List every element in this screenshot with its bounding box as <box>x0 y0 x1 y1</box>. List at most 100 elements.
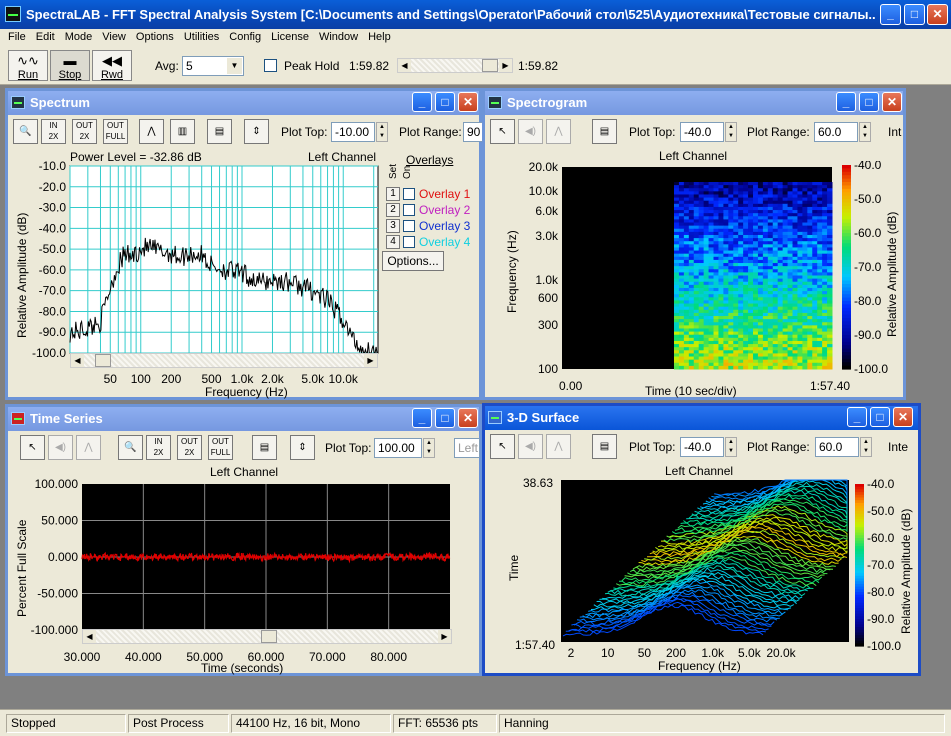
spectrogram-title-bar[interactable]: Spectrogram _ □ ✕ <box>485 91 903 115</box>
position-scrollbar[interactable]: ◀ ▶ <box>397 58 513 73</box>
plot-range-input[interactable]: 60.0 <box>814 122 858 142</box>
overlay-checkbox[interactable] <box>403 204 415 216</box>
plot-top-spinner[interactable]: ▲ ▼ <box>376 122 388 142</box>
plot-top-spinner[interactable]: ▲ ▼ <box>423 438 435 458</box>
close-icon[interactable]: ✕ <box>927 4 948 25</box>
zoom-in-2x-icon[interactable]: IN 2X <box>146 435 171 460</box>
zoom-icon[interactable]: 🔍 <box>118 435 143 460</box>
menu-options[interactable]: Options <box>132 29 180 47</box>
minimize-icon[interactable]: _ <box>412 408 432 428</box>
overlay-checkbox[interactable] <box>403 220 415 232</box>
minimize-icon[interactable]: _ <box>836 92 856 112</box>
avg-select[interactable]: 5 ▼ <box>182 56 244 76</box>
plot-top-spinner[interactable]: ▲ ▼ <box>725 122 737 142</box>
scroll-left-icon[interactable]: ◀ <box>83 630 96 643</box>
spectrogram-cell <box>708 241 714 245</box>
plot-top-spinner[interactable]: ▲ ▼ <box>725 437 737 457</box>
scroll-left-icon[interactable]: ◀ <box>398 59 411 72</box>
plot-top-input[interactable]: 100.00 <box>374 438 422 458</box>
spectrogram-plot[interactable]: 20.0k10.0k6.0k3.0k1.0k600300100-40.0-50.… <box>485 161 903 397</box>
zoom-out-2x-icon[interactable]: OUT 2X <box>72 119 97 144</box>
spectrum-scrollbar[interactable]: ◀ ▶ <box>70 353 378 368</box>
stop-button[interactable]: ▬ Stop <box>50 50 90 81</box>
menu-config[interactable]: Config <box>225 29 267 47</box>
spectrum-title-bar[interactable]: Spectrum _ □ ✕ <box>8 91 479 115</box>
channel-select[interactable]: Left <box>454 438 480 458</box>
minimize-icon[interactable]: _ <box>847 407 867 427</box>
scroll-right-icon[interactable]: ▶ <box>499 59 512 72</box>
menu-license[interactable]: License <box>267 29 315 47</box>
maximize-icon[interactable]: □ <box>435 92 455 112</box>
peak-hold-checkbox[interactable] <box>264 59 277 72</box>
menu-window[interactable]: Window <box>315 29 364 47</box>
options-button[interactable]: Options... <box>382 251 444 271</box>
menu-file[interactable]: File <box>4 29 32 47</box>
plot-range-input[interactable]: 60.0 <box>815 437 859 457</box>
zoom-out-2x-icon[interactable]: OUT 2X <box>177 435 202 460</box>
spectrogram-cell <box>698 185 705 189</box>
menu-mode[interactable]: Mode <box>61 29 99 47</box>
scroll-right-icon[interactable]: ▶ <box>364 354 377 367</box>
menu-edit[interactable]: Edit <box>32 29 61 47</box>
zoom-full-icon[interactable]: OUT FULL <box>208 435 233 460</box>
plot-top-input[interactable]: -40.0 <box>680 122 724 142</box>
overlay-set-button[interactable]: 3 <box>386 219 400 233</box>
run-button[interactable]: ∿∿ Run <box>8 50 48 81</box>
time-series-title-bar[interactable]: Time Series _ □ ✕ <box>8 407 479 431</box>
properties-icon[interactable]: ▤ <box>207 119 232 144</box>
scroll-right-icon[interactable]: ▶ <box>438 630 451 643</box>
properties-icon[interactable]: ▤ <box>592 434 617 459</box>
minimize-icon[interactable]: _ <box>880 4 901 25</box>
spectrogram-cell <box>708 247 714 252</box>
spectrogram-cell <box>782 219 789 224</box>
plot-top-input[interactable]: -40.0 <box>680 437 724 457</box>
spectrogram-cell <box>812 256 818 261</box>
scale-icon[interactable]: ⇕ <box>290 435 315 460</box>
spectrogram-cell <box>733 266 739 270</box>
properties-icon[interactable]: ▤ <box>252 435 277 460</box>
app-title-bar[interactable]: SpectraLAB - FFT Spectral Analysis Syste… <box>0 0 951 29</box>
close-icon[interactable]: ✕ <box>458 92 478 112</box>
plot-range-input[interactable]: 90 <box>463 122 483 142</box>
plot-range-spinner[interactable]: ▲ ▼ <box>859 122 871 142</box>
close-icon[interactable]: ✕ <box>882 92 902 112</box>
maximize-icon[interactable]: □ <box>904 4 925 25</box>
cursor-icon[interactable]: ↖ <box>490 119 515 144</box>
maximize-icon[interactable]: □ <box>859 92 879 112</box>
zoom-in-2x-icon[interactable]: IN 2X <box>41 119 66 144</box>
scroll-thumb[interactable] <box>261 630 277 643</box>
time-series-scrollbar[interactable]: ◀ ▶ <box>82 629 452 644</box>
properties-icon[interactable]: ▤ <box>592 119 617 144</box>
menu-utilities[interactable]: Utilities <box>180 29 225 47</box>
overlay-checkbox[interactable] <box>403 188 415 200</box>
chevron-down-icon[interactable]: ▼ <box>227 58 242 74</box>
zoom-full-icon[interactable]: OUT FULL <box>103 119 128 144</box>
bar-mode-icon[interactable]: ▥ <box>170 119 195 144</box>
scroll-thumb[interactable] <box>95 354 111 367</box>
close-icon[interactable]: ✕ <box>458 408 478 428</box>
cursor-icon[interactable]: ↖ <box>490 434 515 459</box>
rewind-button[interactable]: ◀◀ Rwd <box>92 50 132 81</box>
surface-title-bar[interactable]: 3-D Surface _ □ ✕ <box>485 406 918 430</box>
plot-top-input[interactable]: -10.00 <box>331 122 375 142</box>
maximize-icon[interactable]: □ <box>870 407 890 427</box>
overlay-set-button[interactable]: 1 <box>386 187 400 201</box>
surface-plot[interactable]: 2 10 50 200 1.0k 5.0k 20.0k-40.0-50.0-60.0-70.… <box>485 476 918 666</box>
overlay-set-button[interactable]: 2 <box>386 203 400 217</box>
minimize-icon[interactable]: _ <box>412 92 432 112</box>
overlay-set-button[interactable]: 4 <box>386 235 400 249</box>
scroll-left-icon[interactable]: ◀ <box>71 354 84 367</box>
menu-help[interactable]: Help <box>364 29 397 47</box>
spectrogram-cell <box>688 272 695 276</box>
close-icon[interactable]: ✕ <box>893 407 913 427</box>
spectrogram-cell <box>708 306 714 311</box>
scale-icon[interactable]: ⇕ <box>244 119 269 144</box>
cursor-icon[interactable]: ↖ <box>20 435 45 460</box>
maximize-icon[interactable]: □ <box>435 408 455 428</box>
line-mode-icon[interactable]: ⋀ <box>139 119 164 144</box>
menu-view[interactable]: View <box>98 29 132 47</box>
scroll-thumb[interactable] <box>482 59 498 72</box>
overlay-checkbox[interactable] <box>403 236 415 248</box>
plot-range-spinner[interactable]: ▲ ▼ <box>860 437 872 457</box>
zoom-icon[interactable]: 🔍 <box>13 119 38 144</box>
